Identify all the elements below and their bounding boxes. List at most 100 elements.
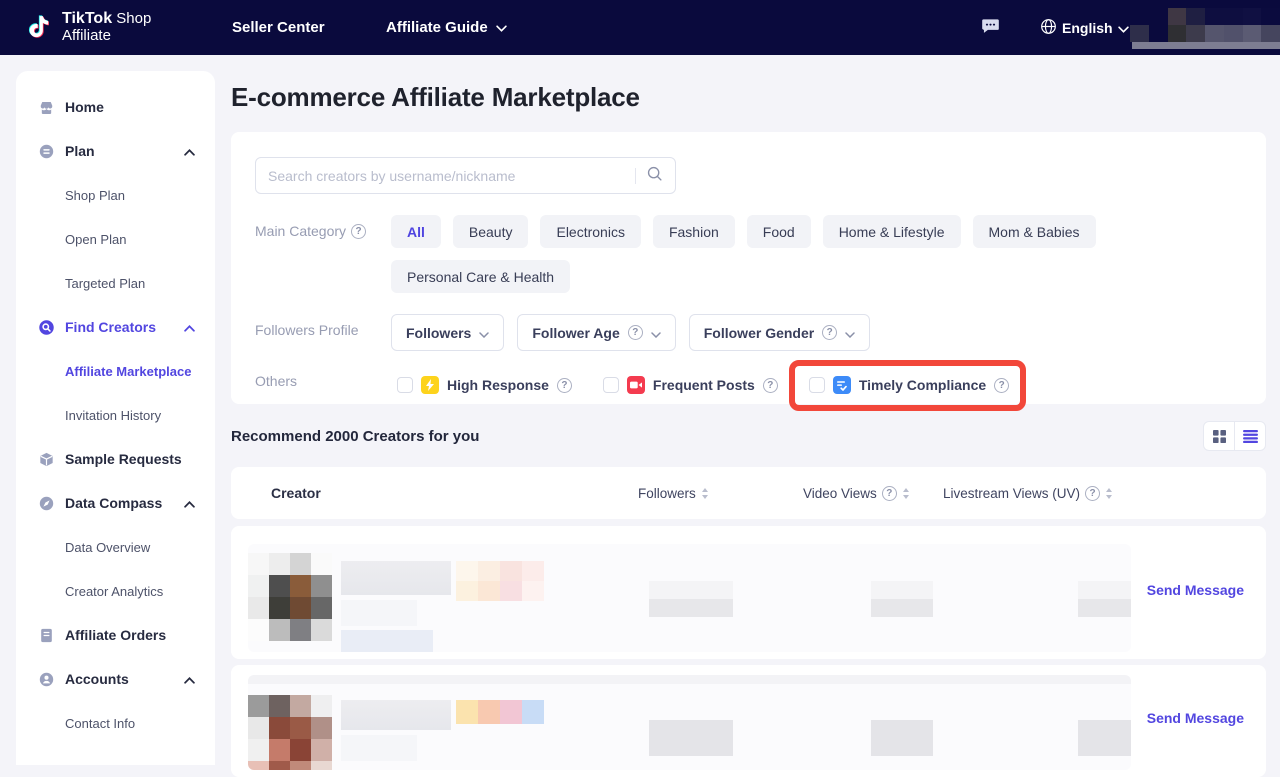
high-response-filter: High Response ?: [391, 376, 578, 394]
high-response-checkbox[interactable]: [397, 377, 413, 393]
sidebar-item-invitation-history[interactable]: Invitation History: [16, 393, 215, 437]
tiktok-note-icon: [26, 9, 53, 45]
find-creators-icon: [38, 319, 55, 336]
video-views-value-blurred: [871, 581, 933, 617]
follower-gender-dropdown[interactable]: Follower Gender ?: [689, 314, 870, 351]
category-chip-fashion[interactable]: Fashion: [653, 215, 735, 248]
sidebar-item-find-creators[interactable]: Find Creators: [16, 305, 215, 349]
view-toggle: [1203, 421, 1266, 451]
category-chip-all[interactable]: All: [391, 215, 441, 248]
frequent-posts-filter: Frequent Posts ?: [597, 376, 784, 394]
send-message-button[interactable]: Send Message: [1147, 710, 1244, 726]
help-icon[interactable]: ?: [882, 486, 897, 501]
creator-search: [255, 157, 676, 194]
timely-compliance-filter: Timely Compliance ?: [803, 376, 1015, 394]
lightning-icon: [421, 376, 439, 394]
send-message-button[interactable]: Send Message: [1147, 582, 1244, 598]
sort-icon[interactable]: [902, 488, 910, 499]
help-icon[interactable]: ?: [628, 325, 643, 340]
page-title: E-commerce Affiliate Marketplace: [231, 82, 1266, 113]
sidebar-item-contact-info[interactable]: Contact Info: [16, 701, 215, 745]
creator-info-blurred: [341, 600, 417, 626]
category-chip-home-lifestyle[interactable]: Home & Lifestyle: [823, 215, 961, 248]
blur-strip: [248, 675, 1131, 684]
creator-name-blurred: [341, 561, 451, 595]
main-content: E-commerce Affiliate Marketplace Main Ca…: [231, 71, 1266, 777]
chevron-down-icon: [496, 19, 507, 36]
creator-tags-blurred: [456, 700, 544, 724]
sort-icon[interactable]: [1105, 488, 1113, 499]
sort-icon[interactable]: [701, 488, 709, 499]
creator-row-blurred-content: [248, 544, 1131, 652]
followers-profile-label: Followers Profile: [255, 314, 391, 338]
sidebar-item-affiliate-marketplace[interactable]: Affiliate Marketplace: [16, 349, 215, 393]
nav-seller-center[interactable]: Seller Center: [232, 0, 325, 55]
creator-row: Send Message: [231, 665, 1266, 777]
creator-info-blurred: [341, 735, 417, 761]
video-views-value-blurred: [871, 720, 933, 756]
sidebar-item-creator-analytics[interactable]: Creator Analytics: [16, 569, 215, 613]
livestream-views-value-blurred: [1078, 581, 1131, 617]
sidebar-item-sample-requests[interactable]: Sample Requests: [16, 437, 215, 481]
livestream-views-value-blurred: [1078, 720, 1131, 756]
column-livestream-views[interactable]: Livestream Views (UV) ?: [943, 467, 1113, 519]
recommend-header: Recommend 2000 Creators for you: [231, 421, 1266, 451]
category-chip-mom-babies[interactable]: Mom & Babies: [973, 215, 1096, 248]
sidebar-item-data-overview[interactable]: Data Overview: [16, 525, 215, 569]
grid-icon: [1213, 430, 1226, 443]
column-creator: Creator: [271, 467, 321, 519]
follower-age-dropdown[interactable]: Follower Age ?: [517, 314, 675, 351]
category-chip-electronics[interactable]: Electronics: [540, 215, 640, 248]
frequent-posts-checkbox[interactable]: [603, 377, 619, 393]
grid-view-button[interactable]: [1204, 422, 1234, 450]
chevron-up-icon[interactable]: [184, 143, 195, 159]
help-icon[interactable]: ?: [994, 378, 1009, 393]
followers-dropdown[interactable]: Followers: [391, 314, 504, 351]
language-selector[interactable]: English: [1040, 0, 1129, 55]
search-input[interactable]: [268, 168, 625, 184]
nav-affiliate-guide[interactable]: Affiliate Guide: [386, 0, 507, 55]
chat-icon[interactable]: [980, 15, 1001, 36]
affiliate-orders-icon: [38, 627, 55, 644]
column-followers[interactable]: Followers: [638, 467, 709, 519]
timely-compliance-checkbox[interactable]: [809, 377, 825, 393]
category-chip-beauty[interactable]: Beauty: [453, 215, 529, 248]
chevron-up-icon[interactable]: [184, 671, 195, 687]
plan-icon: [38, 143, 55, 160]
help-icon[interactable]: ?: [763, 378, 778, 393]
list-view-button[interactable]: [1234, 422, 1265, 450]
search-icon[interactable]: [646, 165, 663, 187]
creator-table-header: Creator Followers Video Views ? Livestre…: [231, 467, 1266, 519]
help-icon[interactable]: ?: [822, 325, 837, 340]
chevron-up-icon[interactable]: [184, 319, 195, 335]
sidebar-item-home[interactable]: Home: [16, 85, 215, 129]
help-icon[interactable]: ?: [1085, 486, 1100, 501]
category-chip-personal-care-health[interactable]: Personal Care & Health: [391, 260, 570, 293]
main-category-label: Main Category ?: [255, 215, 391, 239]
tiktok-shop-affiliate-logo[interactable]: TikTok Shop Affiliate: [26, 9, 151, 45]
chevron-down-icon: [845, 325, 855, 341]
help-icon[interactable]: ?: [557, 378, 572, 393]
sidebar-item-affiliate-orders[interactable]: Affiliate Orders: [16, 613, 215, 657]
sample-requests-box-icon: [38, 451, 55, 468]
category-chip-food[interactable]: Food: [747, 215, 811, 248]
sidebar-item-open-plan[interactable]: Open Plan: [16, 217, 215, 261]
sidebar: Home Plan Shop Plan Open Plan Targeted P…: [16, 71, 215, 765]
sidebar-item-plan[interactable]: Plan: [16, 129, 215, 173]
sidebar-item-shop-plan[interactable]: Shop Plan: [16, 173, 215, 217]
help-icon[interactable]: ?: [351, 224, 366, 239]
chevron-up-icon[interactable]: [184, 495, 195, 511]
sidebar-item-data-compass[interactable]: Data Compass: [16, 481, 215, 525]
brand-text: TikTok Shop Affiliate: [62, 10, 151, 44]
sidebar-item-accounts[interactable]: Accounts: [16, 657, 215, 701]
chevron-down-icon: [651, 325, 661, 341]
language-label: English: [1062, 20, 1113, 36]
search-divider: [635, 168, 636, 184]
followers-value-blurred: [649, 720, 733, 756]
globe-icon: [1040, 18, 1057, 38]
creator-avatar-blurred: [248, 553, 332, 641]
sidebar-item-targeted-plan[interactable]: Targeted Plan: [16, 261, 215, 305]
column-video-views[interactable]: Video Views ?: [803, 467, 910, 519]
filter-panel: Main Category ? All Beauty Electronics F…: [231, 132, 1266, 404]
others-row: Others High Response ? Frequent Posts: [255, 369, 1242, 394]
